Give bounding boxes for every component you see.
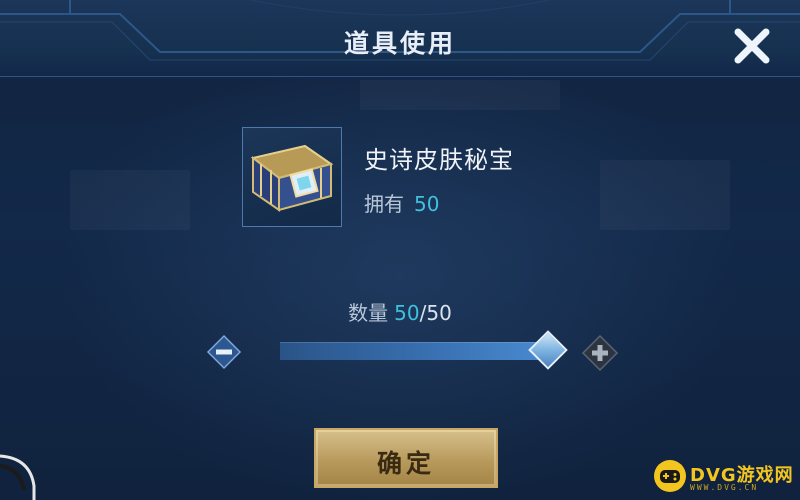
gamepad-logo-icon [654, 460, 686, 492]
confirm-label: 确定 [376, 449, 435, 478]
quantity-current: 50 [394, 301, 420, 325]
confirm-button[interactable]: 确定 [314, 428, 498, 488]
treasure-chest-icon [250, 144, 334, 212]
increase-quantity-button[interactable] [581, 334, 619, 372]
dialog-title: 道具使用 [343, 29, 456, 58]
close-button[interactable] [728, 22, 776, 70]
close-icon [734, 28, 770, 64]
decrease-quantity-button[interactable] [206, 334, 242, 370]
watermark-subtext: WWW.DVG.CN [690, 483, 759, 492]
site-watermark: DVG游戏网 WWW.DVG.CN [650, 452, 800, 500]
plus-icon [581, 334, 619, 372]
quantity-slider-thumb[interactable] [528, 330, 568, 370]
quantity-slider-track[interactable] [280, 342, 548, 360]
quantity-max: 50 [426, 301, 452, 325]
background-texture [600, 160, 730, 230]
owned-value: 50 [414, 192, 440, 216]
owned-label: 拥有 [364, 192, 404, 216]
item-icon-frame [242, 127, 342, 227]
quantity-label: 数量 [348, 301, 389, 325]
item-name: 史诗皮肤秘宝 [364, 146, 514, 174]
corner-decoration [0, 454, 36, 500]
quantity-readout: 数量 50/50 [0, 297, 800, 326]
background-texture [70, 170, 190, 230]
minus-icon [206, 334, 242, 370]
item-owned-count: 拥有 50 [364, 188, 439, 217]
dialog-header: 道具使用 [0, 0, 800, 77]
item-use-dialog: 道具使用 史诗皮肤秘宝 拥有 50 数量 50/50 确定 DVG游戏网 WWW… [0, 0, 800, 500]
background-texture [360, 80, 560, 110]
